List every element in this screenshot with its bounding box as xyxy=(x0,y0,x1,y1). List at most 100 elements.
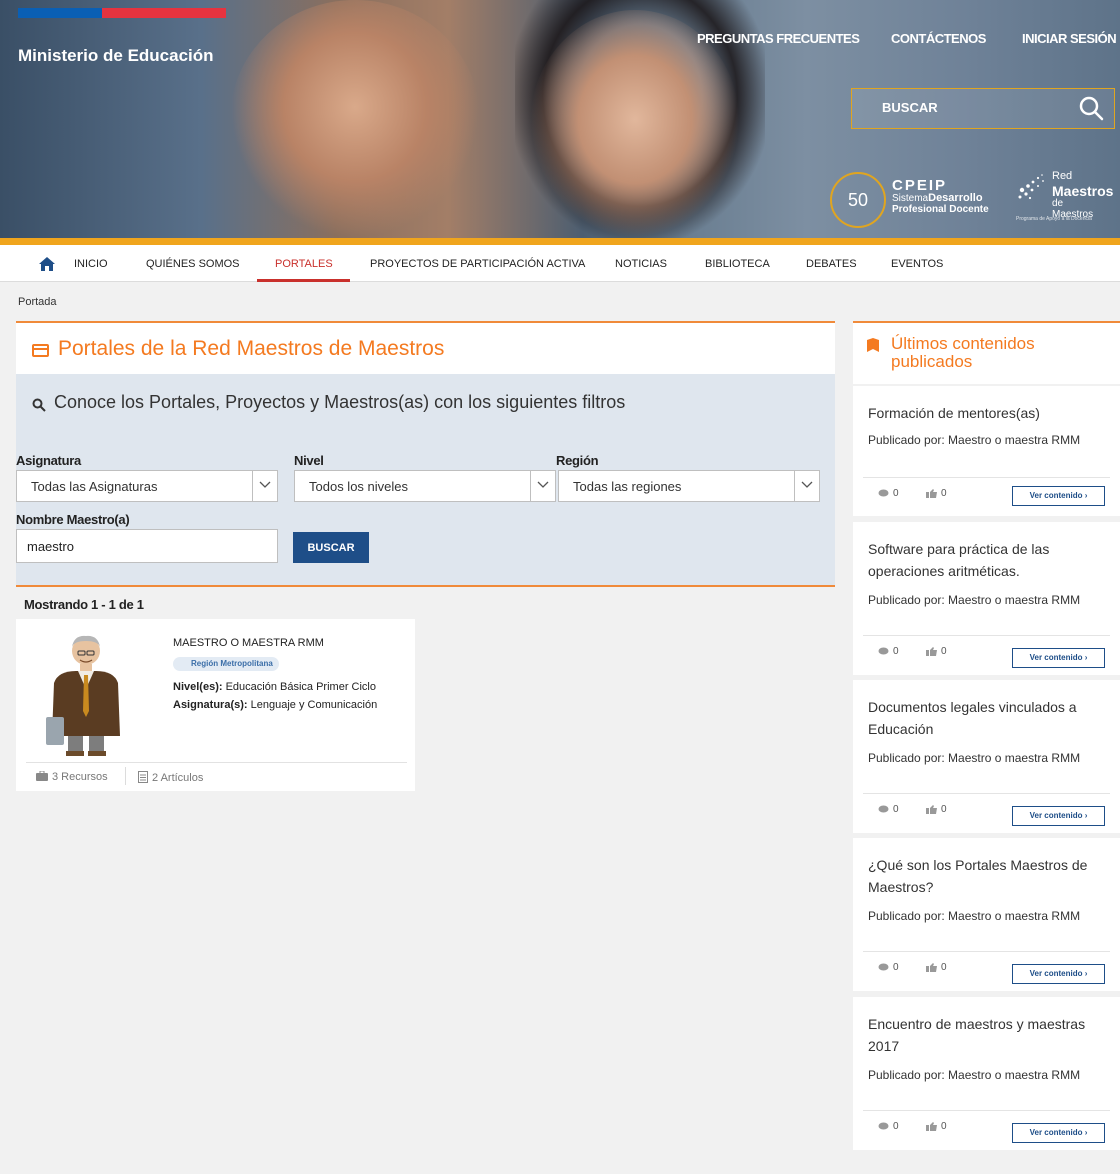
likes-count: 0 xyxy=(926,488,947,499)
nav-item-debates[interactable]: DEBATES xyxy=(806,258,857,270)
nav-active-indicator xyxy=(257,279,350,282)
nav-item-eventos[interactable]: EVENTOS xyxy=(891,258,943,270)
asignatura-select-value: Todas las Asignaturas xyxy=(31,479,158,494)
search-icon xyxy=(32,398,46,412)
teacher-name[interactable]: MAESTRO O MAESTRA RMM xyxy=(173,637,324,649)
content-divider xyxy=(863,793,1110,794)
comment-icon xyxy=(878,963,889,971)
anniversary-badge: 50 xyxy=(830,172,886,228)
asignatura-label: Asignatura xyxy=(16,453,81,468)
content-author: Publicado por: Maestro o maestra RMM xyxy=(868,433,1081,447)
bookmark-icon xyxy=(867,338,879,352)
likes-count: 0 xyxy=(926,646,947,657)
comments-count: 0 xyxy=(878,804,899,815)
nivel-select-value: Todos los niveles xyxy=(309,479,408,494)
comments-count: 0 xyxy=(878,962,899,973)
content-title[interactable]: Software para práctica de las operacione… xyxy=(868,538,1113,582)
nav-item-noticias[interactable]: NOTICIAS xyxy=(615,258,667,270)
comments-count: 0 xyxy=(878,1121,899,1132)
filters-heading: Conoce los Portales, Proyectos y Maestro… xyxy=(54,392,626,412)
filters-divider xyxy=(16,585,835,587)
government-flag-bar xyxy=(18,8,226,18)
ver-contenido-button[interactable]: Ver contenido › xyxy=(1012,806,1105,826)
header-search xyxy=(851,88,1115,129)
nav-item-inicio[interactable]: INICIO xyxy=(74,258,108,270)
content-author: Publicado por: Maestro o maestra RMM xyxy=(868,593,1081,607)
breadcrumb[interactable]: Portada xyxy=(18,296,57,308)
teacher-card[interactable]: MAESTRO O MAESTRA RMM Región Metropolita… xyxy=(16,619,415,791)
dots-logo-icon xyxy=(1018,174,1044,200)
likes-count: 0 xyxy=(926,962,947,973)
content-title[interactable]: Encuentro de maestros y maestras 2017 xyxy=(868,1013,1113,1057)
faq-link[interactable]: PREGUNTAS FRECUENTES xyxy=(697,31,860,46)
content-card: Encuentro de maestros y maestras 2017 Pu… xyxy=(853,997,1120,1150)
home-icon[interactable] xyxy=(38,256,56,272)
search-icon[interactable] xyxy=(1078,95,1104,121)
nav-item-proyectos[interactable]: PROYECTOS DE PARTICIPACIÓN ACTIVA xyxy=(370,258,585,270)
sidebar-header: Últimos contenidos publicados xyxy=(853,321,1120,384)
page-title: Portales de la Red Maestros de Maestros xyxy=(58,337,445,360)
ver-contenido-button[interactable]: Ver contenido › xyxy=(1012,648,1105,668)
header-search-input[interactable] xyxy=(882,100,1062,115)
results-count: Mostrando 1 - 1 de 1 xyxy=(24,597,144,612)
stat-divider xyxy=(125,767,126,785)
content-divider xyxy=(863,1110,1110,1111)
chevron-down-icon xyxy=(252,471,277,501)
cpeip-name: CPEIP xyxy=(892,177,948,194)
thumb-icon xyxy=(926,489,937,498)
content-divider xyxy=(863,477,1110,478)
ver-contenido-button[interactable]: Ver contenido › xyxy=(1012,964,1105,984)
likes-count: 0 xyxy=(926,804,947,815)
comment-icon xyxy=(878,647,889,655)
nombre-maestro-label: Nombre Maestro(a) xyxy=(16,512,130,527)
nivel-select[interactable]: Todos los niveles xyxy=(294,470,556,502)
ministry-logo-text[interactable]: Ministerio de Educación xyxy=(18,46,214,66)
main-navigation: INICIO QUIÉNES SOMOS PORTALES PROYECTOS … xyxy=(0,245,1120,282)
content-card: ¿Qué son los Portales Maestros de Maestr… xyxy=(853,838,1120,991)
region-badge: Región Metropolitana xyxy=(173,657,279,671)
content-author: Publicado por: Maestro o maestra RMM xyxy=(868,1068,1081,1082)
content-divider xyxy=(863,951,1110,952)
content-title[interactable]: ¿Qué son los Portales Maestros de Maestr… xyxy=(868,854,1113,898)
comments-count: 0 xyxy=(878,488,899,499)
thumb-icon xyxy=(926,805,937,814)
nav-item-portales[interactable]: PORTALES xyxy=(275,258,333,270)
login-link[interactable]: INICIAR SESIÓN xyxy=(1022,31,1117,46)
region-select[interactable]: Todas las regiones xyxy=(558,470,820,502)
likes-count: 0 xyxy=(926,1121,947,1132)
content-divider xyxy=(863,635,1110,636)
chevron-down-icon xyxy=(794,471,819,501)
header-photo-person-left xyxy=(230,0,480,238)
thumb-icon xyxy=(926,647,937,656)
page-title-card: Portales de la Red Maestros de Maestros xyxy=(16,321,835,374)
ver-contenido-button[interactable]: Ver contenido › xyxy=(1012,486,1105,506)
buscar-button[interactable]: BUSCAR xyxy=(293,532,369,563)
nombre-maestro-input[interactable] xyxy=(16,529,278,563)
nav-item-biblioteca[interactable]: BIBLIOTECA xyxy=(705,258,770,270)
rmm-maestros: Maestros xyxy=(1052,183,1114,199)
content-card: Documentos legales vinculados a Educació… xyxy=(853,680,1120,833)
teacher-avatar[interactable] xyxy=(40,631,132,756)
site-header: Ministerio de Educación PREGUNTAS FRECUE… xyxy=(0,0,1120,238)
comments-count: 0 xyxy=(878,646,899,657)
thumb-icon xyxy=(926,1122,937,1131)
filters-panel: Conoce los Portales, Proyectos y Maestro… xyxy=(16,374,835,585)
ver-contenido-button[interactable]: Ver contenido › xyxy=(1012,1123,1105,1143)
content-author: Publicado por: Maestro o maestra RMM xyxy=(868,909,1081,923)
sidebar-heading: Últimos contenidos publicados xyxy=(891,334,1035,371)
recursos-count[interactable]: 3 Recursos xyxy=(36,770,108,783)
cpeip-line3: Profesional Docente xyxy=(892,204,989,215)
content-card: Software para práctica de las operacione… xyxy=(853,522,1120,675)
comment-icon xyxy=(878,489,889,497)
nav-item-quienes-somos[interactable]: QUIÉNES SOMOS xyxy=(146,258,240,270)
comment-icon xyxy=(878,805,889,813)
content-title[interactable]: Documentos legales vinculados a Educació… xyxy=(868,696,1113,740)
asignatura-select[interactable]: Todas las Asignaturas xyxy=(16,470,278,502)
region-select-value: Todas las regiones xyxy=(573,479,682,494)
content-title[interactable]: Formación de mentores(as) xyxy=(868,402,1113,424)
cpeip-logo[interactable]: CPEIP SistemaDesarrollo Profesional Doce… xyxy=(892,178,989,215)
window-icon xyxy=(32,344,49,357)
articulos-count[interactable]: 2 Artículos xyxy=(138,771,203,784)
content-author: Publicado por: Maestro o maestra RMM xyxy=(868,751,1081,765)
contact-link[interactable]: CONTÁCTENOS xyxy=(891,31,986,46)
